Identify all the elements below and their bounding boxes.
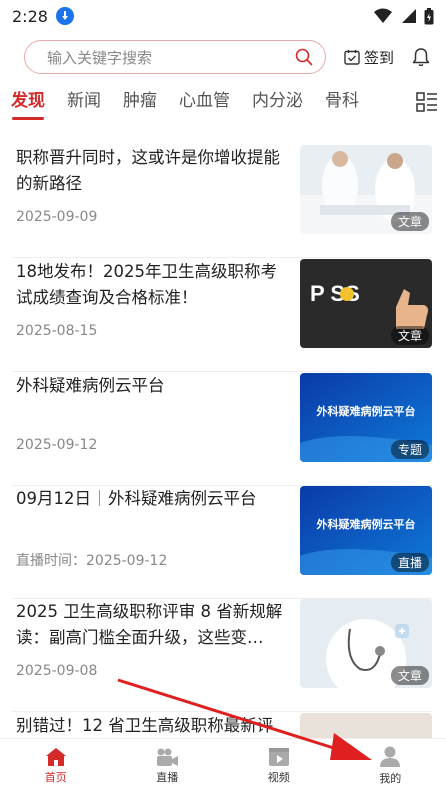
status-bar: 2:28 — [0, 0, 446, 32]
article-thumbnail: 外科疑难病例云平台 专题 — [300, 373, 432, 462]
list-item[interactable]: 职称晋升同时，这或许是你增收提能的新路径 2025-09-09 文章 — [12, 145, 432, 258]
article-thumbnail: 外科疑难病例云平台 直播 — [300, 486, 432, 575]
bottom-nav: 首页 直播 视频 我的 — [0, 738, 446, 793]
live-date: 09月12日 — [16, 489, 91, 508]
article-thumbnail: 文章 — [300, 599, 432, 688]
download-icon — [55, 7, 74, 25]
nav-live[interactable]: 直播 — [112, 739, 224, 793]
tab-discover[interactable]: 发现 — [0, 86, 56, 122]
nav-home[interactable]: 首页 — [0, 739, 112, 793]
tab-news[interactable]: 新闻 — [56, 86, 112, 122]
wifi-icon — [374, 8, 392, 23]
category-tabs: 发现 新闻 肿瘤 心血管 内分泌 骨科 — [0, 86, 446, 122]
article-title: 09月12日 外科疑难病例云平台 — [16, 486, 286, 512]
article-thumbnail: 文章 — [300, 145, 432, 234]
content-type-badge: 直播 — [390, 553, 429, 572]
nav-video-label: 视频 — [267, 771, 290, 784]
content-type-badge: 文章 — [390, 666, 429, 685]
tab-cardiovascular[interactable]: 心血管 — [168, 86, 241, 122]
article-title: 18地发布！2025年卫生高级职称考试成绩查询及合格标准！ — [16, 262, 277, 307]
article-date: 2025-09-12 — [16, 437, 98, 453]
home-icon — [45, 748, 66, 766]
article-title: 职称晋升同时，这或许是你增收提能的新路径 — [16, 148, 280, 193]
article-title: 别错过！12 省卫生高级职称最新评 — [16, 716, 274, 735]
status-time: 2:28 — [12, 6, 48, 26]
calendar-check-icon — [344, 50, 360, 65]
nav-live-label: 直播 — [156, 771, 179, 784]
content-type-badge: 专题 — [390, 440, 429, 459]
battery-icon — [424, 7, 434, 24]
list-item[interactable]: 2025 卫生高级职称评审 8 省新规解读：副高门槛全面升级，这些变… 2025… — [12, 599, 432, 712]
live-title: 外科疑难病例云平台 — [108, 489, 257, 508]
checkin-label: 签到 — [364, 48, 395, 67]
title-separator — [99, 490, 100, 506]
list-item[interactable]: 18地发布！2025年卫生高级职称考试成绩查询及合格标准！ 2025-08-15… — [12, 259, 432, 372]
thumb-text: 外科疑难病例云平台 — [316, 517, 416, 531]
tab-endocrinology[interactable]: 内分泌 — [241, 86, 314, 122]
user-icon — [380, 746, 401, 767]
search-icon[interactable] — [295, 48, 313, 66]
nav-home-label: 首页 — [44, 771, 67, 784]
checkin-button[interactable]: 签到 — [344, 47, 394, 68]
search-input[interactable]: 输入关键字搜索 — [24, 40, 326, 74]
category-menu-icon[interactable] — [416, 92, 438, 112]
article-title: 外科疑难病例云平台 — [16, 376, 165, 395]
search-placeholder: 输入关键字搜索 — [47, 48, 153, 67]
content-type-badge: 文章 — [390, 212, 429, 231]
search-row: 输入关键字搜索 签到 — [24, 40, 434, 74]
nav-mine-label: 我的 — [379, 772, 402, 785]
article-date: 2025-09-08 — [16, 663, 98, 679]
article-title: 2025 卫生高级职称评审 8 省新规解读：副高门槛全面升级，这些变… — [16, 602, 283, 647]
article-date: 2025-08-15 — [16, 323, 98, 339]
camera-icon — [157, 748, 179, 766]
live-time: 直播时间：2025-09-12 — [16, 553, 168, 569]
nav-video[interactable]: 视频 — [223, 739, 335, 793]
bell-icon[interactable] — [412, 47, 430, 67]
play-icon — [268, 748, 289, 766]
status-icons — [374, 7, 434, 25]
article-date: 2025-09-09 — [16, 209, 98, 225]
list-item[interactable]: 09月12日 外科疑难病例云平台 直播时间：2025-09-12 外科疑难病例云平… — [12, 486, 432, 599]
tab-orthopedics[interactable]: 骨科 — [314, 86, 370, 122]
tab-oncology[interactable]: 肿瘤 — [112, 86, 168, 122]
thumb-text: 外科疑难病例云平台 — [316, 404, 416, 418]
article-thumbnail: P SS 文章 — [300, 259, 432, 348]
signal-icon — [402, 9, 416, 23]
nav-mine[interactable]: 我的 — [335, 739, 446, 793]
list-item[interactable]: 外科疑难病例云平台 2025-09-12 外科疑难病例云平台 专题 — [12, 373, 432, 486]
content-type-badge: 文章 — [390, 326, 429, 345]
